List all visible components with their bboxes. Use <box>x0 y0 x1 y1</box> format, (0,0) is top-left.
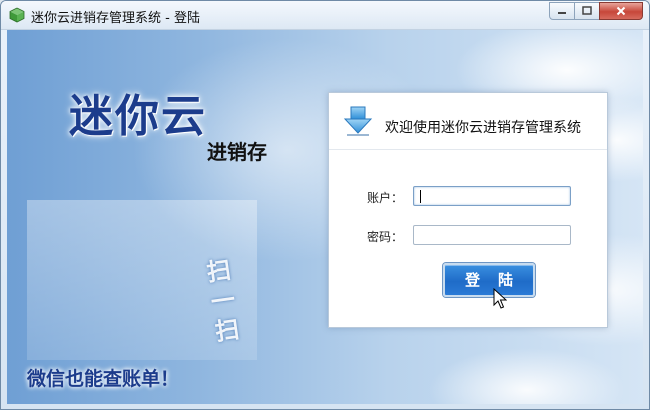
wechat-slogan: 微信也能查账单！ <box>27 368 180 390</box>
close-button[interactable] <box>599 2 643 20</box>
scan-char: 扫 <box>213 315 242 347</box>
password-input[interactable] <box>413 225 571 245</box>
brand-logo-text: 迷你云 <box>69 91 207 142</box>
close-icon <box>616 6 626 16</box>
window-controls <box>549 2 643 20</box>
login-window: 迷你云进销存管理系统 - 登陆 迷你云 进销存 扫 一 扫 微信也能查账单！ 欢… <box>0 0 650 410</box>
window-title: 迷你云进销存管理系统 - 登陆 <box>31 11 200 26</box>
password-label: 密码： <box>367 230 404 244</box>
maximize-icon <box>582 6 592 15</box>
text-caret <box>420 190 421 203</box>
login-button[interactable]: 登陆 <box>443 263 535 297</box>
minimize-button[interactable] <box>549 2 575 20</box>
mouse-pointer-icon <box>493 288 507 309</box>
login-header: 欢迎使用迷你云进销存管理系统 <box>329 93 607 150</box>
maximize-button[interactable] <box>574 2 600 20</box>
login-background: 迷你云 进销存 扫 一 扫 微信也能查账单！ 欢迎使用迷你云进销存管理系统 账户… <box>7 30 643 404</box>
minimize-icon <box>558 12 566 14</box>
title-bar[interactable]: 迷你云进销存管理系统 - 登陆 <box>1 1 649 30</box>
brand-subtitle: 进销存 <box>207 140 267 164</box>
app-cube-icon <box>9 7 25 23</box>
download-arrow-icon <box>343 106 373 136</box>
login-form: 欢迎使用迷你云进销存管理系统 账户： 密码： 登陆 <box>328 92 608 328</box>
account-input[interactable] <box>413 186 571 206</box>
welcome-title: 欢迎使用迷你云进销存管理系统 <box>385 120 581 136</box>
account-label: 账户： <box>367 191 404 205</box>
